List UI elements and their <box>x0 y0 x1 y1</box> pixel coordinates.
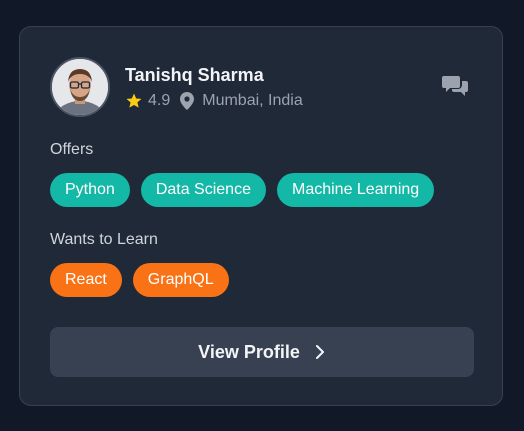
star-icon <box>126 93 142 108</box>
profile-header: Tanishq Sharma 4.9 Mumbai, India <box>50 57 472 117</box>
profile-meta: 4.9 Mumbai, India <box>125 92 303 110</box>
offer-tag[interactable]: Data Science <box>140 173 266 207</box>
offers-tags: Python Data Science Machine Learning <box>50 173 435 207</box>
learn-tag[interactable]: React <box>50 263 122 297</box>
location-text: Mumbai, India <box>202 92 303 109</box>
wants-tags: React GraphQL <box>50 263 229 297</box>
wants-label: Wants to Learn <box>50 231 158 248</box>
rating-value: 4.9 <box>148 92 171 109</box>
offer-tag[interactable]: Machine Learning <box>276 173 435 207</box>
learn-tag[interactable]: GraphQL <box>132 263 229 297</box>
view-profile-button[interactable]: View Profile <box>50 327 474 377</box>
profile-name: Tanishq Sharma <box>125 65 264 85</box>
offer-tag[interactable]: Python <box>50 173 130 207</box>
chevron-right-icon <box>315 345 324 359</box>
map-pin-icon <box>180 92 195 110</box>
avatar-image <box>52 59 108 115</box>
offers-label: Offers <box>50 141 94 158</box>
avatar <box>50 57 110 117</box>
view-profile-label: View Profile <box>198 341 300 362</box>
chat-bubbles-icon[interactable] <box>442 75 468 97</box>
profile-card: Tanishq Sharma 4.9 Mumbai, India Offers … <box>19 26 503 406</box>
